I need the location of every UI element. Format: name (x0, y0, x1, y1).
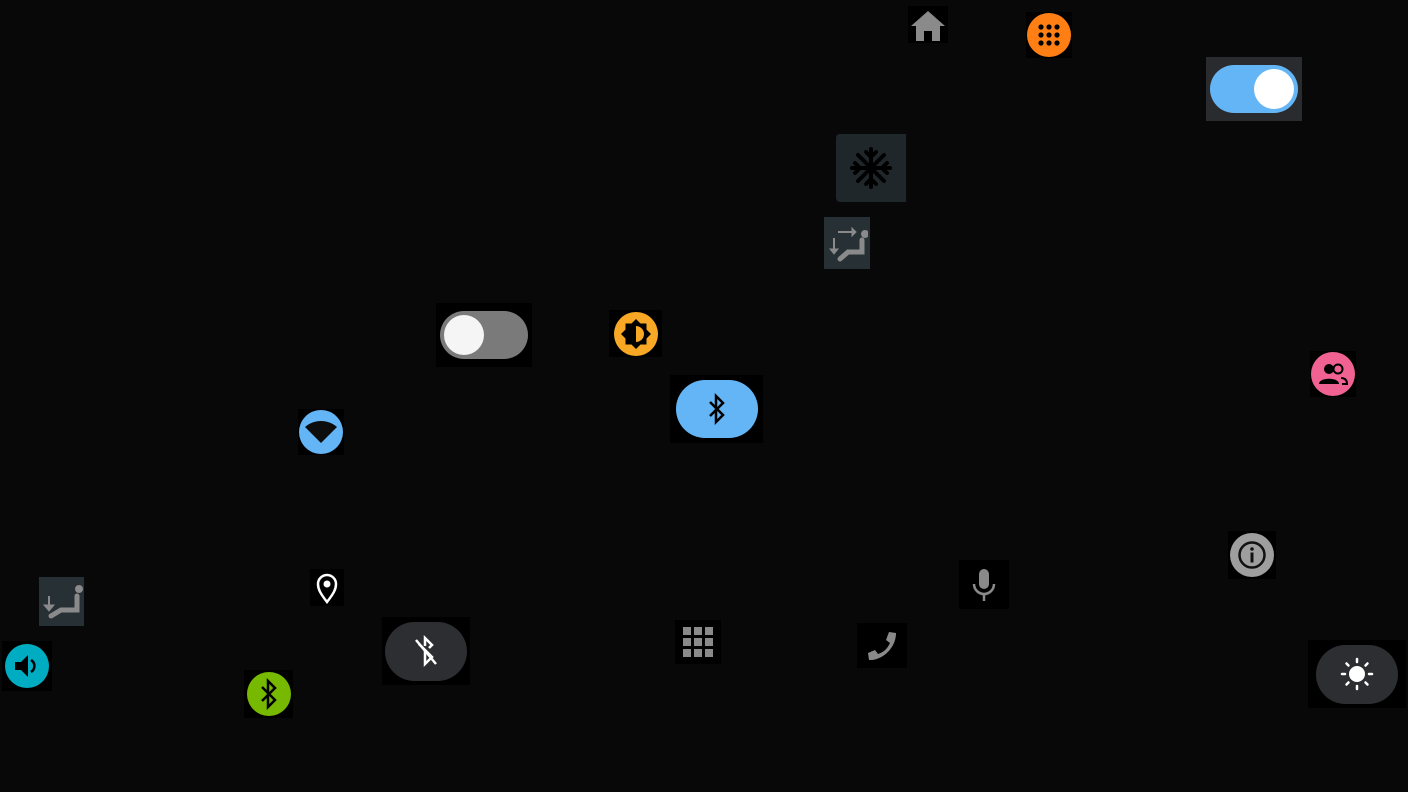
apps-icon (1027, 13, 1071, 57)
home-button[interactable] (908, 6, 948, 43)
microphone-button[interactable] (959, 560, 1009, 609)
defrost-button[interactable] (836, 134, 906, 202)
location-button[interactable] (310, 569, 344, 606)
apps-button[interactable] (1026, 12, 1072, 58)
info-button[interactable] (1228, 531, 1276, 579)
snowflake-icon (850, 147, 892, 189)
toggle-switch-on[interactable] (1206, 57, 1302, 121)
bluetooth-icon (246, 672, 291, 716)
home-icon (911, 10, 945, 41)
volume-icon (5, 644, 49, 688)
brightness-auto-icon (613, 311, 658, 356)
seat-adjust-button[interactable] (824, 217, 870, 269)
seat-recline-button[interactable] (39, 577, 84, 626)
location-pin-icon (316, 573, 338, 604)
bluetooth-icon (708, 393, 725, 425)
bluetooth-toggle-on[interactable] (670, 375, 763, 443)
info-icon (1230, 533, 1274, 577)
profiles-button[interactable] (1310, 351, 1356, 397)
bluetooth-button[interactable] (244, 670, 293, 718)
wifi-icon (299, 410, 343, 454)
people-icon (1311, 352, 1355, 396)
phone-button[interactable] (857, 623, 907, 668)
wifi-button[interactable] (298, 409, 344, 455)
seat-adjust-icon (828, 226, 868, 262)
toggle-switch-off[interactable] (436, 303, 532, 367)
volume-button[interactable] (2, 641, 52, 691)
app-grid-button[interactable] (675, 620, 721, 664)
brightness-auto-button[interactable] (609, 310, 662, 357)
bluetooth-off-icon (415, 634, 437, 668)
brightness-icon (1340, 657, 1374, 691)
seat-recline-icon (42, 584, 83, 618)
mic-icon (972, 568, 996, 601)
grid-icon (683, 627, 713, 657)
bluetooth-toggle-off[interactable] (382, 617, 470, 685)
phone-icon (868, 631, 896, 660)
brightness-button[interactable] (1308, 640, 1406, 708)
